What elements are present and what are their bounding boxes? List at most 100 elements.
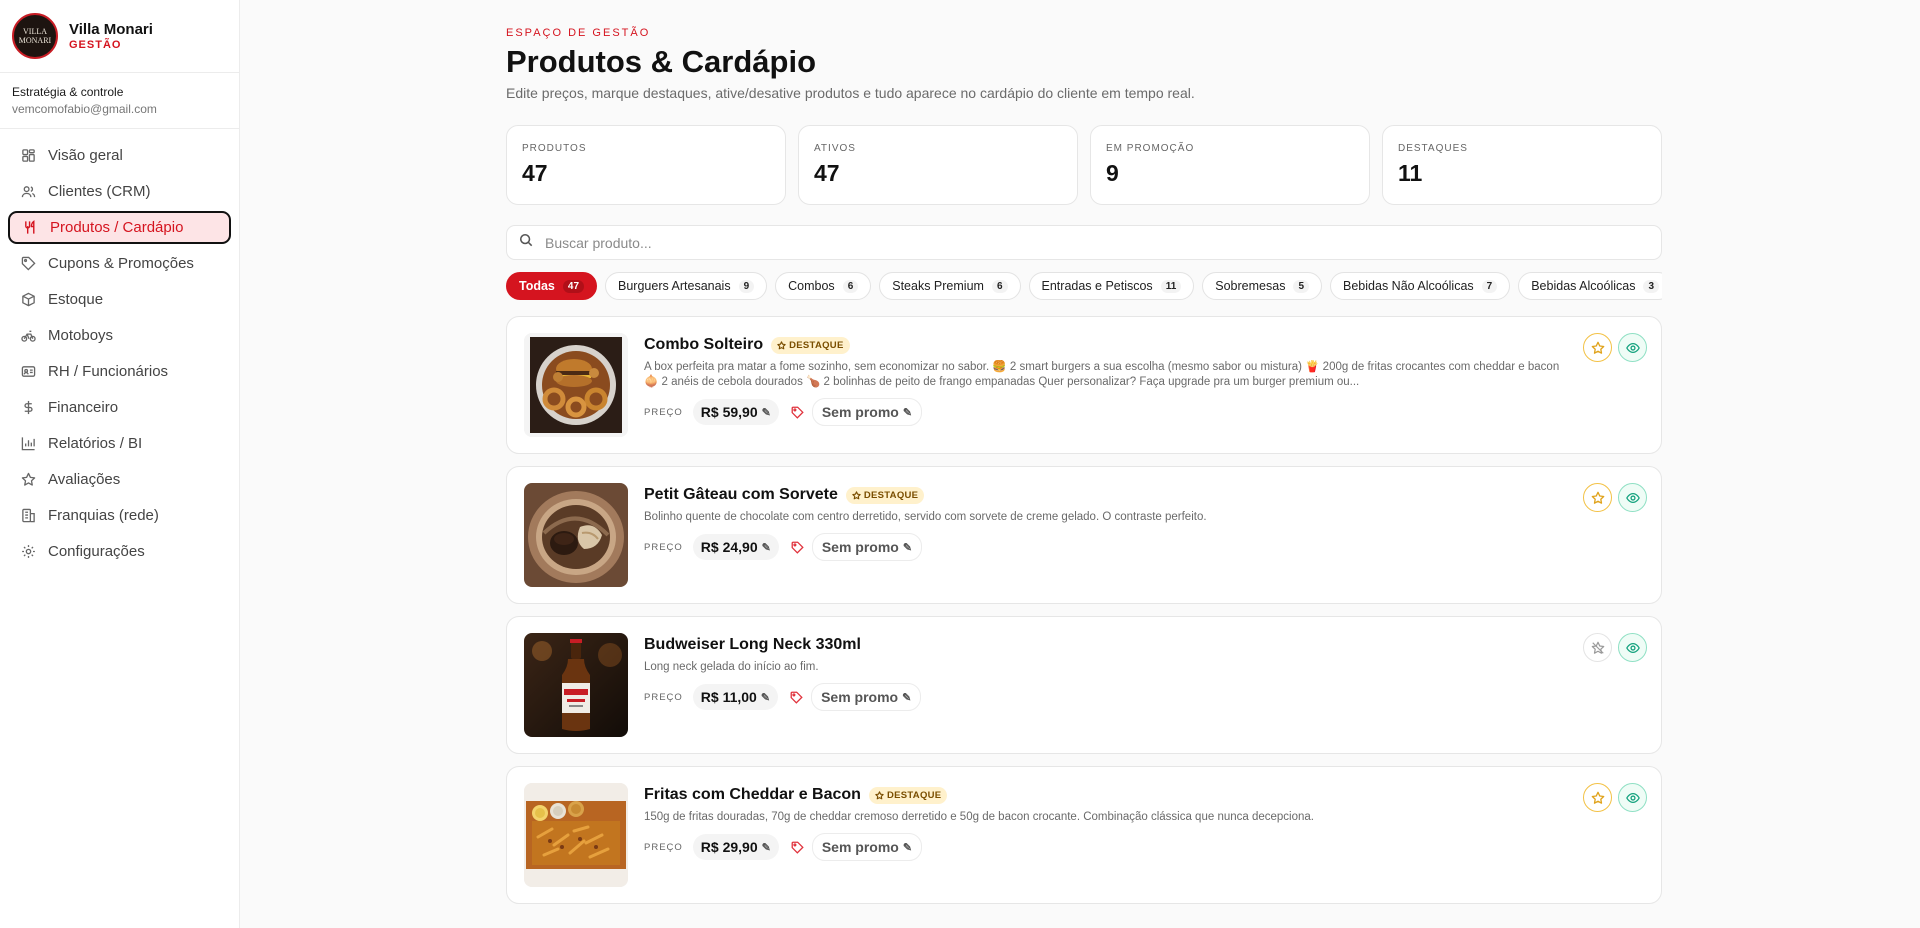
promo-tag-icon <box>791 541 804 554</box>
category-label: Bebidas Não Alcoólicas <box>1343 279 1474 293</box>
sidebar-item-dollar[interactable]: Financeiro <box>8 391 231 424</box>
price-value: R$ 24,90 <box>700 539 758 555</box>
utensils-icon <box>22 220 38 236</box>
eye-icon[interactable] <box>1618 783 1647 812</box>
product-name: Fritas com Cheddar e Bacon <box>644 786 861 803</box>
stat-card-destaques: DESTAQUES 11 <box>1382 125 1662 205</box>
promo-edit-button[interactable]: Sem promo ✎ <box>811 833 923 861</box>
sidebar-item-label: Produtos / Cardápio <box>50 219 184 236</box>
category-label: Bebidas Alcoólicas <box>1531 279 1636 293</box>
product-title-row: Fritas com Cheddar e Bacon DESTAQUE <box>644 783 1564 807</box>
price-label: PREÇO <box>644 841 683 853</box>
eye-icon[interactable] <box>1618 633 1647 662</box>
promo-value: Sem promo <box>821 839 899 855</box>
edit-pencil-icon: ✎ <box>761 541 771 554</box>
category-chip[interactable]: Entradas e Petiscos 11 <box>1028 272 1195 300</box>
product-description: A box perfeita pra matar a fome sozinho,… <box>644 361 1560 388</box>
category-chip[interactable]: Steaks Premium 6 <box>879 272 1021 300</box>
sidebar-item-id-card[interactable]: RH / Funcionários <box>8 355 231 388</box>
price-edit-button[interactable]: R$ 11,00 ✎ <box>692 684 779 710</box>
category-count: 9 <box>738 279 755 293</box>
sidebar-item-users[interactable]: Clientes (CRM) <box>8 175 231 208</box>
sidebar-item-label: Estoque <box>48 291 104 308</box>
promo-tag-icon <box>790 691 803 704</box>
account-title: Estratégia & controle <box>12 85 124 99</box>
brand-header[interactable]: VILLA MONARI Villa Monari GESTÃO <box>0 0 239 73</box>
box-icon <box>20 292 36 308</box>
category-count: 6 <box>991 279 1008 293</box>
page-eyebrow: ESPAÇO DE GESTÃO <box>506 27 651 39</box>
sidebar-item-building[interactable]: Franquias (rede) <box>8 499 231 532</box>
category-chip[interactable]: Combos 6 <box>775 272 872 300</box>
edit-pencil-icon: ✎ <box>902 691 912 704</box>
promo-value: Sem promo <box>821 404 899 420</box>
star-icon[interactable] <box>1583 333 1612 362</box>
gear-icon <box>20 544 36 560</box>
star-icon <box>20 472 36 488</box>
promo-edit-button[interactable]: Sem promo ✎ <box>811 533 923 561</box>
sidebar-item-box[interactable]: Estoque <box>8 283 231 316</box>
category-count: 11 <box>1160 279 1182 293</box>
sidebar-item-label: Configurações <box>48 543 145 560</box>
edit-pencil-icon: ✎ <box>761 406 771 419</box>
price-edit-button[interactable]: R$ 24,90 ✎ <box>692 534 779 560</box>
featured-badge-label: DESTAQUE <box>886 789 942 801</box>
sidebar-item-bar-chart[interactable]: Relatórios / BI <box>8 427 231 460</box>
product-info: Combo Solteiro DESTAQUE A box perfeita pra… <box>644 333 1564 426</box>
stat-value: 47 <box>522 160 548 186</box>
brand-name: Villa Monari <box>69 21 153 38</box>
star-icon[interactable] <box>1583 783 1612 812</box>
sidebar-item-label: RH / Funcionários <box>48 363 169 380</box>
product-name: Petit Gâteau com Sorvete <box>644 486 838 503</box>
category-chip[interactable]: Bebidas Alcoólicas 3 <box>1518 272 1662 300</box>
product-title-row: Petit Gâteau com Sorvete DESTAQUE <box>644 483 1564 507</box>
brand-subtitle: GESTÃO <box>69 39 122 51</box>
search-bar[interactable] <box>506 225 1662 260</box>
account-email: vemcomofabio@gmail.com <box>12 102 157 116</box>
product-actions <box>1583 633 1647 662</box>
dollar-icon <box>20 400 36 416</box>
stat-card-promocao: EM PROMOÇÃO 9 <box>1090 125 1370 205</box>
logo-text: MONARI <box>18 36 52 45</box>
price-label: PREÇO <box>644 691 683 703</box>
product-actions <box>1583 483 1647 512</box>
category-chip[interactable]: Bebidas Não Alcoólicas 7 <box>1330 272 1511 300</box>
category-chip[interactable]: Todas 47 <box>506 272 598 300</box>
search-icon <box>519 233 533 252</box>
sidebar-item-utensils[interactable]: Produtos / Cardápio <box>8 211 231 244</box>
bike-icon <box>20 328 36 344</box>
sidebar-nav: Visão geral Clientes (CRM) Produtos / Card… <box>0 129 239 568</box>
page-title: Produtos & Cardápio <box>506 44 817 79</box>
sidebar-item-grid[interactable]: Visão geral <box>8 139 231 172</box>
price-edit-button[interactable]: R$ 59,90 ✎ <box>692 399 779 425</box>
featured-badge: DESTAQUE <box>771 336 850 354</box>
product-info: Petit Gâteau com Sorvete DESTAQUE Bolinho … <box>644 483 1564 561</box>
category-count: 6 <box>842 279 859 293</box>
sidebar-item-tag[interactable]: Cupons & Promoções <box>8 247 231 280</box>
sidebar-item-label: Cupons & Promoções <box>48 255 194 272</box>
stat-value: 9 <box>1106 160 1119 186</box>
search-input[interactable] <box>543 233 1649 252</box>
eye-icon[interactable] <box>1618 483 1647 512</box>
star-off-icon[interactable] <box>1583 633 1612 662</box>
eye-icon[interactable] <box>1618 333 1647 362</box>
product-title-row: Combo Solteiro DESTAQUE <box>644 333 1564 357</box>
price-edit-button[interactable]: R$ 29,90 ✎ <box>692 834 779 860</box>
promo-tag-icon <box>791 406 804 419</box>
product-card: Fritas com Cheddar e Bacon DESTAQUE 150g d… <box>506 766 1662 904</box>
users-icon <box>20 184 36 200</box>
sidebar-item-gear[interactable]: Configurações <box>8 535 231 568</box>
sidebar-item-label: Franquias (rede) <box>48 507 159 524</box>
promo-edit-button[interactable]: Sem promo ✎ <box>811 683 922 711</box>
promo-edit-button[interactable]: Sem promo ✎ <box>811 398 923 426</box>
category-chip[interactable]: Sobremesas 5 <box>1202 272 1323 300</box>
edit-pencil-icon: ✎ <box>902 406 913 419</box>
sidebar-item-bike[interactable]: Motoboys <box>8 319 231 352</box>
sidebar-item-star[interactable]: Avaliações <box>8 463 231 496</box>
brand-logo: VILLA MONARI <box>12 13 58 59</box>
star-icon[interactable] <box>1583 483 1612 512</box>
featured-badge: DESTAQUE <box>868 786 948 804</box>
category-chip[interactable]: Burguers Artesanais 9 <box>605 272 768 300</box>
product-image <box>524 633 628 737</box>
page-subtitle: Edite preços, marque destaques, ative/de… <box>506 85 1195 101</box>
